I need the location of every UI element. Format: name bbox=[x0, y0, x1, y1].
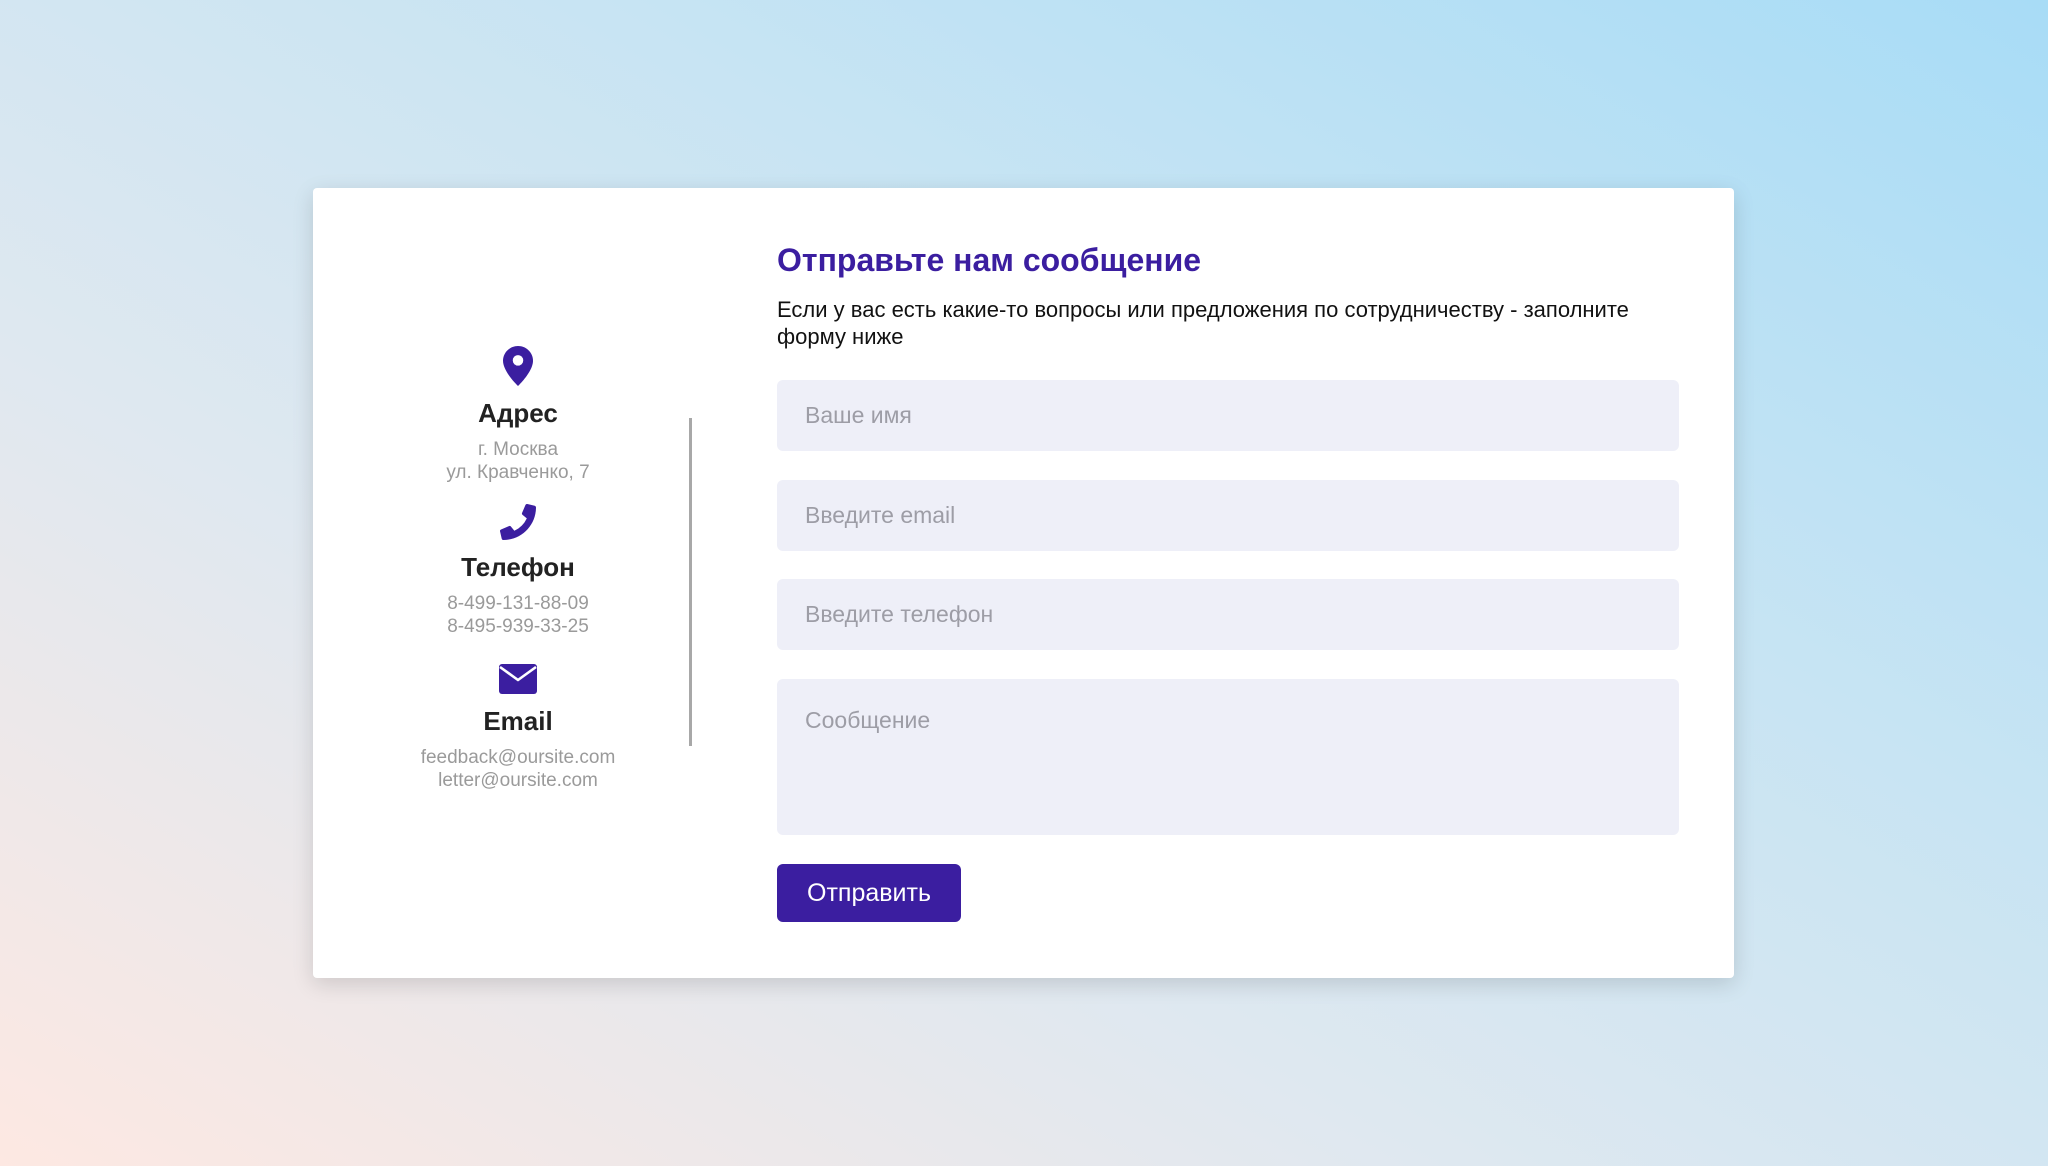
email-address-2: letter@oursite.com bbox=[438, 770, 598, 791]
vertical-divider bbox=[689, 418, 692, 746]
submit-button[interactable]: Отправить bbox=[777, 864, 961, 922]
message-textarea[interactable] bbox=[777, 679, 1679, 835]
contact-info: Адрес г. Москва ул. Кравченко, 7 Телефон… bbox=[313, 188, 723, 978]
phone-lines: 8-499-131-88-09 8-495-939-33-25 bbox=[313, 592, 723, 638]
email-input[interactable] bbox=[777, 480, 1679, 551]
email-title: Email bbox=[483, 706, 553, 736]
phone-title: Телефон bbox=[461, 552, 575, 582]
phone-number-2: 8-495-939-33-25 bbox=[447, 616, 589, 637]
form-description: Если у вас есть какие-то вопросы или пре… bbox=[777, 297, 1629, 349]
address-lines: г. Москва ул. Кравченко, 7 bbox=[313, 438, 723, 484]
map-pin-icon bbox=[503, 346, 533, 386]
phone-block: Телефон 8-499-131-88-09 8-495-939-33-25 bbox=[313, 504, 723, 638]
address-line-city: г. Москва bbox=[477, 439, 559, 460]
address-line-street: ул. Кравченко, 7 bbox=[446, 462, 590, 483]
envelope-icon bbox=[499, 664, 537, 694]
phone-icon bbox=[500, 504, 536, 540]
email-address-1: feedback@oursite.com bbox=[420, 747, 616, 768]
address-block: Адрес г. Москва ул. Кравченко, 7 bbox=[313, 346, 723, 484]
name-input[interactable] bbox=[777, 380, 1679, 451]
contact-card: Адрес г. Москва ул. Кравченко, 7 Телефон… bbox=[313, 188, 1734, 978]
form-title: Отправьте нам сообщение bbox=[777, 242, 1202, 278]
phone-input[interactable] bbox=[777, 579, 1679, 650]
phone-number-1: 8-499-131-88-09 bbox=[447, 593, 589, 614]
email-lines: feedback@oursite.com letter@oursite.com bbox=[313, 746, 723, 792]
address-title: Адрес bbox=[478, 398, 558, 428]
email-block: Email feedback@oursite.com letter@oursit… bbox=[313, 664, 723, 792]
